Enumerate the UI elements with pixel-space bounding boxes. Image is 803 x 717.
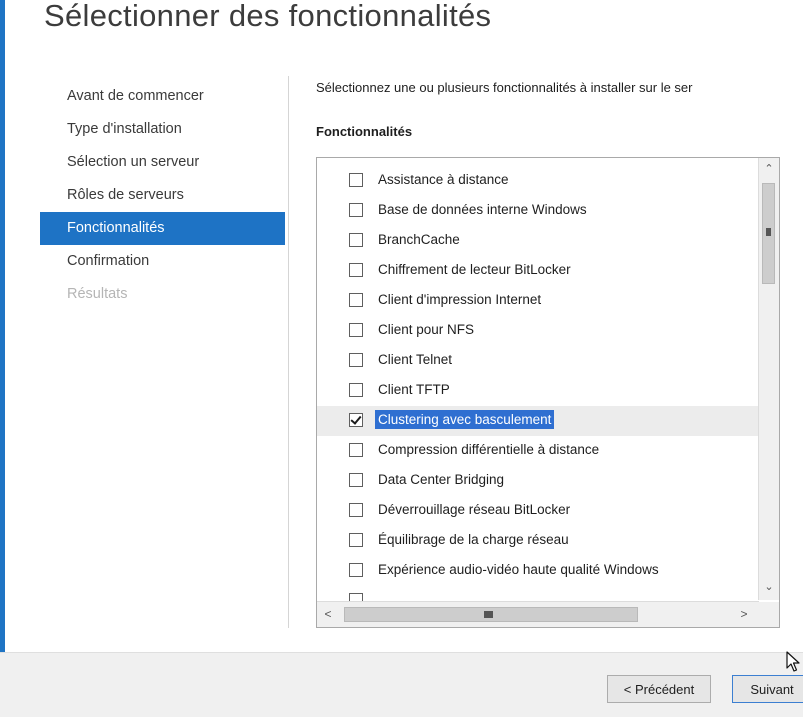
nav-item-confirmation[interactable]: Confirmation: [40, 245, 285, 278]
nav-item-roles-serveurs[interactable]: Rôles de serveurs: [40, 179, 285, 212]
feature-label: Client TFTP: [378, 382, 450, 397]
feature-checkbox[interactable]: [349, 323, 363, 337]
feature-label: Chiffrement de lecteur BitLocker: [378, 262, 571, 277]
feature-checkbox[interactable]: [349, 413, 363, 427]
vertical-scroll-thumb[interactable]: [762, 183, 775, 284]
feature-list-item[interactable]: Data Center Bridging: [317, 466, 759, 496]
features-list-items: Assistance à distance Base de données int…: [317, 166, 759, 616]
next-button[interactable]: Suivant: [732, 675, 803, 703]
features-list[interactable]: Assistance à distance Base de données int…: [316, 157, 780, 628]
feature-list-item[interactable]: Clustering avec basculement: [317, 406, 759, 436]
feature-checkbox[interactable]: [349, 503, 363, 517]
feature-list-item[interactable]: Client Telnet: [317, 346, 759, 376]
features-section-label: Fonctionnalités: [316, 124, 413, 139]
feature-label: Expérience audio-vidéo haute qualité Win…: [378, 562, 659, 577]
feature-list-item[interactable]: Client d'impression Internet: [317, 286, 759, 316]
feature-label: Assistance à distance: [378, 172, 509, 187]
scroll-grip-icon: [766, 228, 771, 236]
feature-label: Client Telnet: [378, 352, 453, 367]
feature-checkbox[interactable]: [349, 383, 363, 397]
feature-list-item[interactable]: Client pour NFS: [317, 316, 759, 346]
window-left-accent: [0, 0, 5, 716]
previous-button[interactable]: < Précédent: [607, 675, 711, 703]
feature-label: Compression différentielle à distance: [378, 442, 600, 457]
nav-item-avant-de-commencer[interactable]: Avant de commencer: [40, 80, 285, 113]
horizontal-scroll-thumb[interactable]: [344, 607, 638, 622]
feature-label: BranchCache: [378, 232, 460, 247]
nav-item-type-installation[interactable]: Type d'installation: [40, 113, 285, 146]
feature-label: Déverrouillage réseau BitLocker: [378, 502, 571, 517]
feature-label: Client pour NFS: [378, 322, 475, 337]
feature-label: Base de données interne Windows: [378, 202, 587, 217]
scroll-up-icon[interactable]: ⌃: [759, 160, 779, 178]
feature-checkbox[interactable]: [349, 173, 363, 187]
scroll-grip-icon: [484, 611, 493, 618]
feature-checkbox[interactable]: [349, 533, 363, 547]
feature-list-item[interactable]: Client TFTP: [317, 376, 759, 406]
scroll-right-icon[interactable]: >: [735, 602, 753, 627]
feature-list-item[interactable]: Base de données interne Windows: [317, 196, 759, 226]
page-description: Sélectionnez une ou plusieurs fonctionna…: [316, 80, 693, 95]
feature-list-item[interactable]: Compression différentielle à distance: [317, 436, 759, 466]
nav-item-resultats: Résultats: [67, 286, 128, 302]
feature-list-item[interactable]: Chiffrement de lecteur BitLocker: [317, 256, 759, 286]
feature-checkbox[interactable]: [349, 263, 363, 277]
scrollbar-corner: [759, 602, 779, 627]
horizontal-scrollbar[interactable]: < >: [317, 601, 759, 627]
feature-label: Équilibrage de la charge réseau: [378, 532, 569, 547]
scroll-left-icon[interactable]: <: [319, 602, 337, 627]
vertical-scrollbar[interactable]: ⌃ ⌄: [758, 158, 779, 600]
wizard-footer: < Précédent Suivant: [0, 652, 803, 717]
feature-label: Client d'impression Internet: [378, 292, 542, 307]
feature-label: Data Center Bridging: [378, 472, 505, 487]
feature-label: Clustering avec basculement: [375, 410, 555, 429]
feature-checkbox[interactable]: [349, 473, 363, 487]
nav-item-selection-serveur[interactable]: Sélection un serveur: [40, 146, 285, 179]
feature-list-item[interactable]: Expérience audio-vidéo haute qualité Win…: [317, 556, 759, 586]
feature-checkbox[interactable]: [349, 563, 363, 577]
arrow-cursor-icon: [786, 651, 800, 672]
feature-list-item[interactable]: BranchCache: [317, 226, 759, 256]
feature-checkbox[interactable]: [349, 203, 363, 217]
feature-checkbox[interactable]: [349, 233, 363, 247]
nav-item-fonctionnalites[interactable]: Fonctionnalités: [40, 212, 285, 245]
feature-list-item[interactable]: Assistance à distance: [317, 166, 759, 196]
feature-checkbox[interactable]: [349, 443, 363, 457]
page-title: Sélectionner des fonctionnalités: [44, 0, 492, 33]
feature-list-item[interactable]: Déverrouillage réseau BitLocker: [317, 496, 759, 526]
feature-checkbox[interactable]: [349, 353, 363, 367]
feature-checkbox[interactable]: [349, 293, 363, 307]
feature-list-item[interactable]: Équilibrage de la charge réseau: [317, 526, 759, 556]
wizard-nav: Avant de commencer Type d'installation S…: [40, 80, 285, 311]
nav-divider: [288, 76, 289, 628]
scroll-down-icon[interactable]: ⌄: [759, 578, 779, 596]
